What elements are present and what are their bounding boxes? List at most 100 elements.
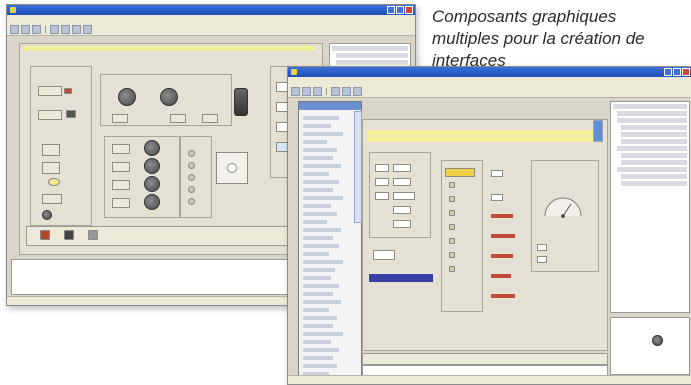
close-icon[interactable]: [682, 68, 690, 76]
panel-button[interactable]: [112, 198, 130, 208]
toolbox-item[interactable]: [303, 356, 333, 360]
toolbox-item[interactable]: [303, 140, 327, 144]
menu-bar[interactable]: [288, 77, 691, 85]
toolbox-item[interactable]: [303, 300, 341, 304]
toolbox-item[interactable]: [303, 116, 339, 120]
toolbar-button[interactable]: [72, 24, 81, 34]
panel-button[interactable]: [42, 194, 62, 204]
toolbox-item[interactable]: [303, 260, 343, 264]
palette-item-icon[interactable]: [64, 230, 74, 240]
toolbox-item[interactable]: [303, 204, 331, 208]
toolbar-button[interactable]: [83, 24, 92, 34]
toolbox-item[interactable]: [303, 164, 341, 168]
toolbox-item[interactable]: [303, 348, 339, 352]
minimize-icon[interactable]: [664, 68, 672, 76]
panel-button[interactable]: [38, 110, 62, 120]
toggle-switch-icon[interactable]: [234, 88, 248, 116]
tree-node[interactable]: [621, 181, 687, 186]
toolbox-item[interactable]: [303, 364, 337, 368]
text-field[interactable]: [373, 250, 395, 260]
toolbar-button[interactable]: [61, 24, 70, 34]
toolbox-item[interactable]: [303, 252, 329, 256]
tree-node[interactable]: [332, 46, 408, 51]
gauge-icon[interactable]: [541, 190, 585, 220]
toolbox-title-bar[interactable]: [299, 102, 361, 110]
toolbox-item[interactable]: [303, 212, 337, 216]
panel-button[interactable]: [202, 114, 218, 123]
text-field[interactable]: [491, 170, 503, 177]
toolbox-item[interactable]: [303, 132, 343, 136]
toolbox-item[interactable]: [303, 332, 343, 336]
toolbox-item[interactable]: [303, 236, 333, 240]
tree-node[interactable]: [617, 118, 687, 123]
palette-item-icon[interactable]: [88, 230, 98, 240]
tree-node[interactable]: [621, 174, 687, 179]
panel-button[interactable]: [38, 86, 62, 96]
text-field[interactable]: [537, 244, 547, 251]
toolbox-item[interactable]: [303, 268, 335, 272]
toolbox-item[interactable]: [303, 340, 331, 344]
panel-button[interactable]: [112, 144, 130, 154]
toolbox-scrollbar[interactable]: [354, 111, 362, 223]
panel-button[interactable]: [112, 180, 130, 190]
tree-node[interactable]: [336, 53, 408, 58]
text-field[interactable]: [393, 192, 415, 200]
knob-icon[interactable]: [144, 176, 160, 192]
knob-icon[interactable]: [144, 194, 160, 210]
text-field[interactable]: [375, 164, 389, 172]
toolbox-panel[interactable]: [298, 101, 362, 384]
toolbox-item[interactable]: [303, 180, 339, 184]
tree-node[interactable]: [621, 160, 687, 165]
tree-node[interactable]: [621, 153, 687, 158]
toolbar-button[interactable]: [10, 24, 19, 34]
tree-node[interactable]: [617, 111, 687, 116]
minimize-icon[interactable]: [387, 6, 395, 14]
panel-button[interactable]: [112, 162, 130, 172]
knob-icon[interactable]: [144, 158, 160, 174]
toolbox-item[interactable]: [303, 220, 327, 224]
text-field[interactable]: [375, 192, 389, 200]
project-tree-panel[interactable]: [610, 101, 690, 313]
text-field[interactable]: [393, 178, 411, 186]
tree-node[interactable]: [617, 167, 687, 172]
text-field[interactable]: [393, 164, 411, 172]
toolbar-button[interactable]: [32, 24, 41, 34]
design-canvas[interactable]: [362, 119, 608, 351]
header-scroll-indicator[interactable]: [593, 120, 603, 142]
toolbar-button[interactable]: [353, 86, 362, 96]
tree-node[interactable]: [336, 60, 408, 65]
toolbox-item[interactable]: [303, 172, 329, 176]
toolbar-button[interactable]: [342, 86, 351, 96]
toolbar-button[interactable]: [313, 86, 322, 96]
toolbox-item[interactable]: [303, 124, 331, 128]
palette-item-icon[interactable]: [40, 230, 50, 240]
knob-icon[interactable]: [118, 88, 136, 106]
timeline-ruler[interactable]: [362, 353, 608, 365]
window-titlebar[interactable]: [288, 67, 691, 77]
toolbar-button[interactable]: [50, 24, 59, 34]
text-field[interactable]: [393, 220, 411, 228]
tree-node[interactable]: [617, 146, 687, 151]
toolbox-item[interactable]: [303, 196, 343, 200]
tree-node[interactable]: [621, 139, 687, 144]
toolbox-item[interactable]: [303, 316, 337, 320]
maximize-icon[interactable]: [673, 68, 681, 76]
toolbox-item[interactable]: [303, 156, 333, 160]
toolbox-item[interactable]: [303, 292, 333, 296]
toolbar-button[interactable]: [331, 86, 340, 96]
tree-node[interactable]: [613, 104, 687, 109]
selected-list-item[interactable]: [445, 168, 475, 177]
toolbar-button[interactable]: [21, 24, 30, 34]
tree-node[interactable]: [621, 125, 687, 130]
knob-icon[interactable]: [144, 140, 160, 156]
toolbox-item[interactable]: [303, 228, 341, 232]
tree-node[interactable]: [621, 132, 687, 137]
panel-button[interactable]: [42, 144, 60, 156]
design-canvas[interactable]: [19, 43, 323, 255]
properties-panel[interactable]: [610, 317, 690, 375]
toolbox-item[interactable]: [303, 276, 331, 280]
toolbox-item[interactable]: [303, 284, 339, 288]
menu-bar[interactable]: [7, 15, 415, 23]
panel-button[interactable]: [112, 114, 128, 123]
toolbar-button[interactable]: [291, 86, 300, 96]
